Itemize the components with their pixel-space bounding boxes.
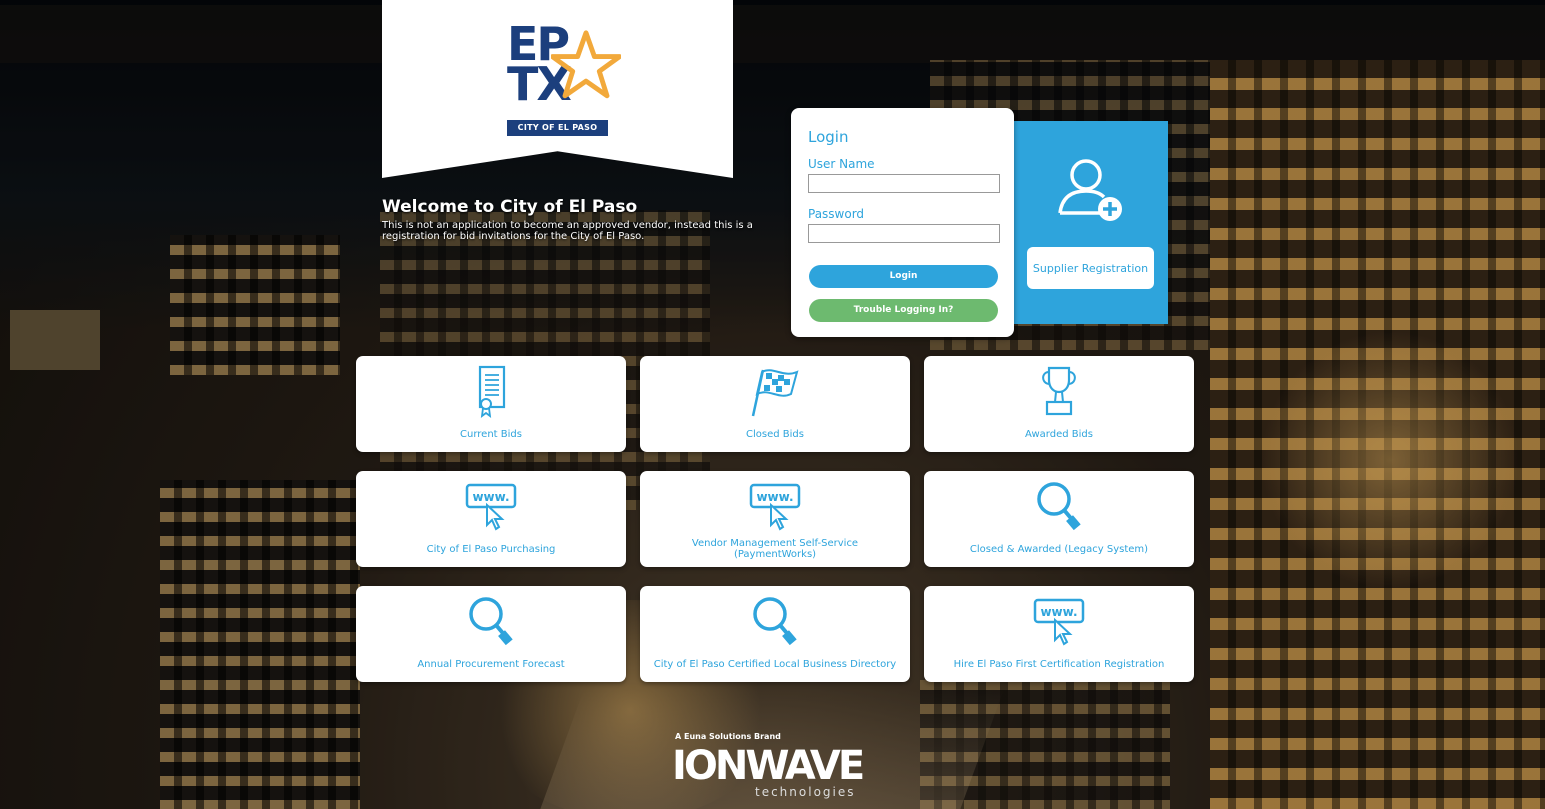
logo-tagline: CITY OF EL PASO <box>507 120 608 136</box>
password-input[interactable] <box>808 224 1000 243</box>
tile-hire-el-paso-first[interactable]: www. Hire El Paso First Certification Re… <box>924 586 1194 682</box>
tile-closed-bids[interactable]: Closed Bids <box>640 356 910 452</box>
magnifier-icon <box>753 597 797 646</box>
welcome-text: This is not an application to become an … <box>382 220 753 242</box>
welcome-title: Welcome to City of El Paso <box>382 197 638 217</box>
supplier-panel: Supplier Registration <box>990 121 1168 324</box>
trouble-logging-in-button[interactable]: Trouble Logging In? <box>809 299 998 322</box>
login-panel: Login User Name Password Login Trouble L… <box>791 108 1014 337</box>
tile-label: Awarded Bids <box>1025 428 1093 440</box>
username-label: User Name <box>808 157 875 171</box>
www-cursor-icon: www. <box>465 483 517 531</box>
tile-closed-awarded-legacy[interactable]: Closed & Awarded (Legacy System) <box>924 471 1194 567</box>
trophy-icon <box>1042 366 1076 416</box>
svg-text:www.: www. <box>1040 605 1077 619</box>
svg-text:www.: www. <box>756 490 793 504</box>
tile-label: Closed Bids <box>746 428 804 440</box>
password-label: Password <box>808 207 865 221</box>
tile-city-purchasing[interactable]: www. City of El Paso Purchasing <box>356 471 626 567</box>
document-certificate-icon <box>478 365 506 418</box>
tile-label: Hire El Paso First Certification Registr… <box>953 658 1165 670</box>
www-cursor-icon: www. <box>749 483 801 531</box>
magnifier-icon <box>1037 482 1081 531</box>
supplier-registration-button[interactable]: Supplier Registration <box>1027 247 1154 289</box>
tile-label: City of El Paso Purchasing <box>426 543 556 555</box>
login-title: Login <box>808 128 849 146</box>
welcome-section: Welcome to City of El Paso This is not a… <box>382 197 762 242</box>
tile-local-business-directory[interactable]: City of El Paso Certified Local Business… <box>640 586 910 682</box>
tile-label: Vendor Management Self-Service (PaymentW… <box>691 538 859 560</box>
city-logo[interactable]: EP TX CITY OF EL PASO <box>507 21 627 136</box>
user-add-icon <box>1058 159 1122 221</box>
brand-tagline: A Euna Solutions Brand <box>675 732 781 741</box>
star-icon <box>551 30 621 99</box>
logo-banner: EP TX CITY OF EL PASO <box>382 0 733 178</box>
checkered-flag-icon <box>751 369 799 417</box>
brand-sub: technologies <box>755 785 856 799</box>
login-button[interactable]: Login <box>809 265 998 288</box>
tile-label: Annual Procurement Forecast <box>417 658 565 670</box>
tile-annual-procurement-forecast[interactable]: Annual Procurement Forecast <box>356 586 626 682</box>
tile-label: Current Bids <box>460 428 522 440</box>
www-cursor-icon: www. <box>1033 598 1085 646</box>
ionwave-brand[interactable]: A Euna Solutions Brand IONWAVE technolog… <box>672 732 887 804</box>
tile-awarded-bids[interactable]: Awarded Bids <box>924 356 1194 452</box>
tile-current-bids[interactable]: Current Bids <box>356 356 626 452</box>
brand-name: IONWAVE <box>672 743 865 789</box>
magnifier-icon <box>469 597 513 646</box>
tile-vendor-management[interactable]: www. Vendor Management Self-Service (Pay… <box>640 471 910 567</box>
tile-label: Closed & Awarded (Legacy System) <box>969 543 1149 555</box>
username-input[interactable] <box>808 174 1000 193</box>
svg-text:www.: www. <box>472 490 509 504</box>
tile-label: City of El Paso Certified Local Business… <box>653 658 897 670</box>
